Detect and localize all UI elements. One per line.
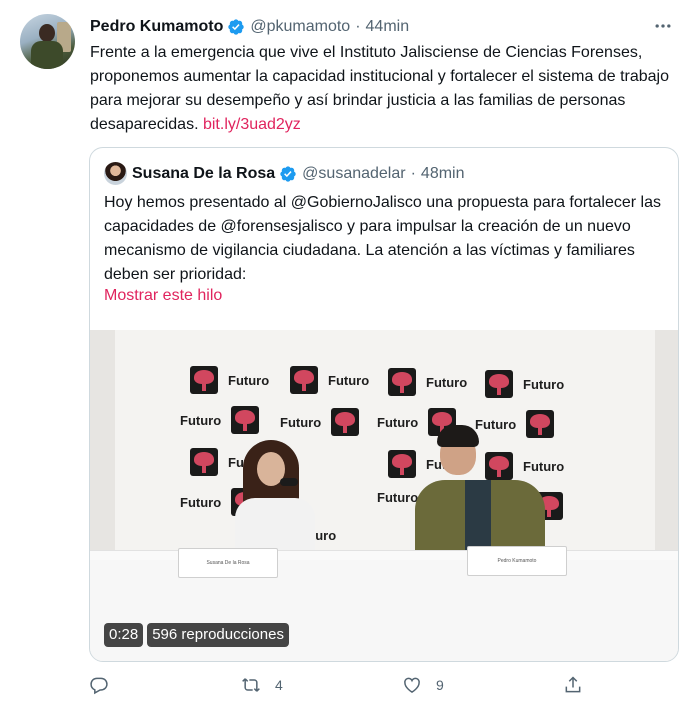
- video-backdrop: Futuro Futuro Futuro Futuro Futuro Futur…: [115, 330, 655, 565]
- tree-logo-icon: [388, 450, 416, 478]
- backdrop-logo: Futuro: [377, 490, 418, 505]
- backdrop-word: Futuro: [426, 374, 468, 390]
- backdrop-word: Futuro: [377, 490, 419, 505]
- tweet-header: Pedro Kumamoto @pkumamoto · 44min: [90, 17, 409, 37]
- speaker-shirt: [465, 480, 491, 550]
- quote-header: Susana De la Rosa @susanadelar · 48min: [132, 163, 465, 185]
- backdrop-word: Futuro: [180, 412, 222, 428]
- video-overlay: 0:28 596 reproducciones: [104, 623, 293, 647]
- author-handle[interactable]: @pkumamoto: [250, 18, 350, 36]
- tree-logo-icon: [331, 408, 360, 436]
- verified-badge-icon: [228, 19, 245, 35]
- name-placard: Susana De la Rosa: [178, 548, 278, 578]
- tree-logo-icon: [231, 406, 260, 434]
- tree-logo-icon: [485, 370, 513, 398]
- tree-logo-icon: [190, 448, 218, 476]
- backdrop-logo: Futuro: [485, 370, 564, 398]
- quote-text: Hoy hemos presentado al @GobiernoJalisco…: [104, 194, 661, 283]
- backdrop-logo: Futuro: [280, 408, 369, 436]
- heart-icon: [404, 677, 420, 693]
- speaker-woman: [225, 440, 320, 560]
- like-button[interactable]: 9: [402, 675, 444, 695]
- backdrop-word: Futuro: [228, 372, 270, 388]
- retweet-button[interactable]: 4: [241, 675, 283, 695]
- show-thread-link[interactable]: Mostrar este hilo: [104, 287, 222, 305]
- tree-logo-icon: [388, 368, 416, 396]
- backdrop-word: Futuro: [328, 372, 370, 388]
- quote-avatar[interactable]: [104, 162, 127, 185]
- microphone-icon: [280, 478, 298, 486]
- separator-dot: ·: [355, 18, 361, 35]
- retweet-count: 4: [275, 677, 283, 693]
- backdrop-word: Futuro: [180, 494, 222, 510]
- tree-logo-icon: [190, 366, 218, 394]
- author-name[interactable]: Pedro Kumamoto: [90, 18, 223, 36]
- share-button[interactable]: [563, 675, 597, 695]
- tweet-actions: 4 9: [89, 675, 589, 701]
- video-duration: 0:28: [104, 623, 144, 647]
- share-icon: [565, 676, 581, 693]
- backdrop-logo: Futuro: [290, 366, 369, 394]
- tweet-text: Frente a la emergencia que vive el Insti…: [90, 41, 680, 137]
- backdrop-word: Futuro: [280, 414, 322, 430]
- avatar-head: [39, 24, 55, 42]
- speaker-man: [415, 425, 545, 560]
- tweet-body: Frente a la emergencia que vive el Insti…: [90, 44, 669, 133]
- speaker-hair: [437, 425, 479, 447]
- quote-author-handle[interactable]: @susanadelar: [302, 165, 405, 183]
- backdrop-logo: Futuro: [388, 368, 467, 396]
- backdrop-word: Futuro: [523, 376, 565, 392]
- backdrop-logo: Futuro: [180, 406, 269, 434]
- reply-icon: [90, 677, 108, 695]
- verified-badge-icon: [280, 166, 296, 182]
- avatar-body: [31, 41, 63, 69]
- tweet-link[interactable]: bit.ly/3uad2yz: [203, 116, 301, 133]
- quoted-tweet[interactable]: Susana De la Rosa @susanadelar · 48min H…: [89, 147, 679, 662]
- separator-dot: ·: [410, 165, 416, 182]
- video-player[interactable]: Futuro Futuro Futuro Futuro Futuro Futur…: [90, 330, 678, 661]
- tweet-timestamp[interactable]: 44min: [366, 18, 410, 36]
- name-placard: Pedro Kumamoto: [467, 546, 567, 576]
- tree-logo-icon: [290, 366, 318, 394]
- backdrop-word: Futuro: [377, 414, 419, 430]
- video-views: 596 reproducciones: [147, 623, 289, 647]
- quote-timestamp[interactable]: 48min: [421, 165, 465, 183]
- avatar[interactable]: [20, 14, 75, 69]
- reply-button[interactable]: [89, 675, 123, 695]
- backdrop-logo: Futuro: [190, 366, 269, 394]
- retweet-icon: [242, 678, 260, 692]
- tweet[interactable]: Pedro Kumamoto @pkumamoto · 44min Frente…: [0, 0, 700, 712]
- like-count: 9: [436, 677, 444, 693]
- quote-author-name[interactable]: Susana De la Rosa: [132, 165, 275, 183]
- more-dots-icon[interactable]: [653, 16, 673, 41]
